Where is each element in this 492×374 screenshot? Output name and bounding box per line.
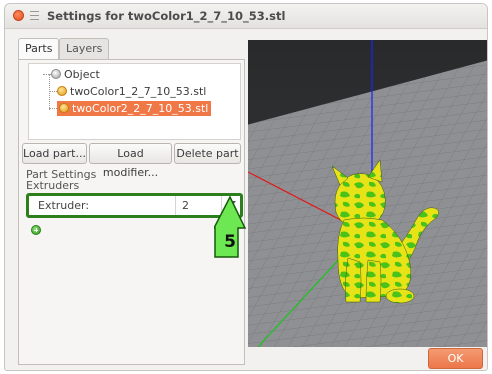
tree-node-part-2-selected[interactable]: twoColor2_2_7_10_53.stl (57, 101, 212, 116)
load-modifier-button[interactable]: Load modifier... (89, 143, 172, 179)
tree-node-label: twoColor2_2_7_10_53.stl (72, 102, 209, 115)
tree-connector (49, 74, 50, 110)
settings-window: Settings for twoColor1_2_7_10_53.stl Par… (4, 3, 488, 371)
extruders-group-label: Extruders (26, 179, 80, 192)
load-part-button[interactable]: Load part... (22, 143, 87, 164)
tree-node-object[interactable]: Object (51, 67, 100, 82)
step-callout: 5 (212, 195, 247, 258)
close-window-button[interactable] (13, 10, 24, 21)
tree-connector (49, 108, 57, 109)
tab-parts[interactable]: Parts (18, 38, 60, 61)
3d-preview-canvas[interactable] (248, 40, 487, 347)
add-setting-icon[interactable] (31, 225, 41, 235)
window-menu-icon[interactable] (30, 11, 39, 20)
part-icon (57, 86, 67, 96)
callout-number: 5 (224, 232, 236, 252)
tree-node-label: Object (64, 68, 100, 81)
tree-connector (49, 91, 57, 92)
part-icon (59, 103, 69, 113)
extruder-value-field[interactable]: 2 (182, 199, 189, 212)
tree-node-part-1[interactable]: twoColor1_2_7_10_53.stl (57, 84, 206, 99)
parts-panel: Object twoColor1_2_7_10_53.stl twoColor2… (18, 59, 245, 365)
3d-scene-graphic (248, 40, 487, 347)
parts-tree[interactable]: Object twoColor1_2_7_10_53.stl twoColor2… (28, 63, 241, 140)
extruder-setting-row: Extruder: 2 (26, 193, 243, 218)
object-icon (51, 69, 61, 79)
extruder-label: Extruder: (38, 199, 90, 212)
delete-part-button[interactable]: Delete part (174, 143, 241, 164)
tab-layers[interactable]: Layers (59, 38, 110, 60)
ok-button[interactable]: OK (428, 348, 483, 369)
title-bar: Settings for twoColor1_2_7_10_53.stl (5, 4, 487, 29)
window-title: Settings for twoColor1_2_7_10_53.stl (47, 9, 286, 23)
divider (175, 196, 176, 215)
tree-node-label: twoColor1_2_7_10_53.stl (70, 85, 207, 98)
